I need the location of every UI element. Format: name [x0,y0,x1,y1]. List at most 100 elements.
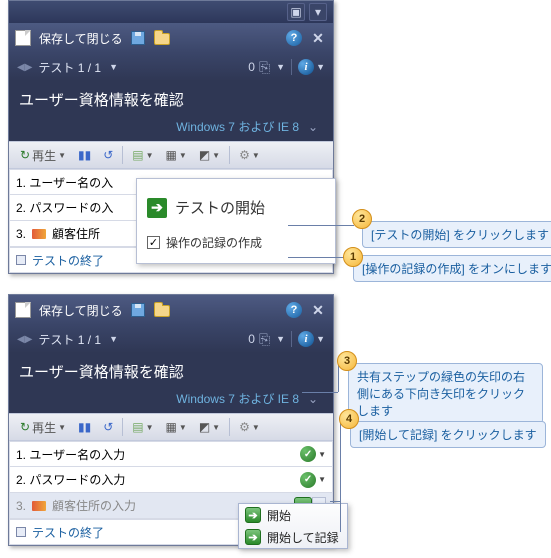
leader-line [288,257,345,258]
help-button[interactable]: ? [285,301,303,319]
save-button[interactable] [129,301,147,319]
prev-test-icon[interactable]: ◀▶ [17,62,32,73]
capture-button[interactable]: ◩▼ [194,145,225,165]
open-button[interactable] [153,301,171,319]
callout-badge-1: 1 [343,247,363,267]
end-icon [16,255,26,265]
attach-dd-icon[interactable]: ▼ [276,62,285,72]
settings-button[interactable]: ⚙▼ [234,145,265,165]
info-dd-icon[interactable]: ▼ [316,62,325,72]
test-position-label: テスト 1 / 1 [38,331,101,348]
status-pass-icon[interactable]: ✓ [300,446,316,462]
document-icon [15,30,31,46]
replay-button[interactable]: ↻再生▼ [15,417,71,437]
action-button[interactable]: ▦▼ [161,145,192,165]
environment-row: Windows 7 および IE 8 ⌄ [9,114,333,141]
callout-badge-3: 3 [337,351,357,371]
checkbox-checked-icon: ✓ [147,236,160,249]
callout-1: [操作の記録の作成] をオンにします [353,255,551,282]
save-close-label: 保存して閉じる [39,30,123,47]
shared-step-icon [32,501,46,511]
chevron-down-icon[interactable]: ▾ [309,3,327,21]
reset-button[interactable]: ↺ [98,145,118,165]
info-icon[interactable]: i [298,59,314,75]
save-close-label: 保存して閉じる [39,302,123,319]
save-and-close-button[interactable]: 保存して閉じる [15,302,123,319]
leader-line [302,392,338,393]
info-dd-icon[interactable]: ▼ [316,334,325,344]
environment-row: Windows 7 および IE 8 ⌄ [9,386,333,413]
test-title: ユーザー資格情報を確認 [9,353,333,386]
environment-label[interactable]: Windows 7 および IE 8 [176,390,299,407]
save-button[interactable] [129,29,147,47]
paperclip-icon[interactable]: ⎘ [259,331,270,348]
menu-start-record[interactable]: ➔開始して記録 [239,526,347,548]
step-row[interactable]: 2. パスワードの入力 ✓▼ [9,467,333,493]
test-dropdown-icon[interactable]: ▼ [109,334,118,344]
start-arrow-icon: ➔ [147,198,167,218]
leader-line [330,501,340,502]
close-button[interactable]: ✕ [309,301,327,319]
callout-badge-2: 2 [352,209,372,229]
start-icon: ➔ [245,507,261,523]
disk-icon [131,31,145,45]
open-button[interactable] [153,29,171,47]
main-toolbar: 保存して閉じる ? ✕ [9,23,333,53]
callout-4: [開始して記録] をクリックします [350,421,546,448]
reset-button[interactable]: ↺ [98,417,118,437]
attachment-count: 0 [248,60,255,74]
env-chevron-down-icon[interactable]: ⌄ [303,119,323,135]
attach-dd-icon[interactable]: ▼ [276,334,285,344]
environment-label[interactable]: Windows 7 および IE 8 [176,118,299,135]
create-recording-checkbox[interactable]: ✓ 操作の記録の作成 [147,234,325,251]
close-icon: ✕ [312,302,324,319]
shared-step-icon [32,229,46,239]
replay-button[interactable]: ↻再生▼ [15,145,71,165]
steps-button[interactable]: ▤▼ [127,145,158,165]
test-nav: ◀▶ テスト 1 / 1 ▼ 0 ⎘ ▼ i ▼ [9,53,333,81]
action-button[interactable]: ▦▼ [161,417,192,437]
start-dropdown-menu: ➔開始 ➔開始して記録 [238,503,348,549]
info-icon[interactable]: i [298,331,314,347]
paperclip-icon[interactable]: ⎘ [259,59,270,76]
callout-3: 共有ステップの緑色の矢印の右側にある下向き矢印をクリックします [348,363,543,424]
prev-test-icon[interactable]: ◀▶ [17,334,32,345]
menu-start[interactable]: ➔開始 [239,504,347,526]
play-icon: ↻ [20,420,30,434]
capture-button[interactable]: ◩▼ [194,417,225,437]
pause-button[interactable]: ▮▮ [73,417,96,437]
status-pass-icon[interactable]: ✓ [300,472,316,488]
help-icon: ? [286,302,302,318]
close-button[interactable]: ✕ [309,29,327,47]
disk-icon [131,303,145,317]
end-icon [16,527,26,537]
close-icon: ✕ [312,30,324,47]
start-record-icon: ➔ [245,529,261,545]
step-row[interactable]: 1. ユーザー名の入力 ✓▼ [9,441,333,467]
test-title: ユーザー資格情報を確認 [9,81,333,114]
attachment-count: 0 [248,332,255,346]
folder-icon [154,305,170,317]
document-icon [15,302,31,318]
folder-icon [154,33,170,45]
callout-badge-4: 4 [339,409,359,429]
test-nav: ◀▶ テスト 1 / 1 ▼ 0 ⎘ ▼ i ▼ [9,325,333,353]
replay-toolbar: ↻再生▼ ▮▮ ↺ ▤▼ ▦▼ ◩▼ ⚙▼ [9,141,333,169]
test-dropdown-icon[interactable]: ▼ [109,62,118,72]
replay-toolbar: ↻再生▼ ▮▮ ↺ ▤▼ ▦▼ ◩▼ ⚙▼ [9,413,333,441]
steps-button[interactable]: ▤▼ [127,417,158,437]
leader-line [288,225,354,226]
help-button[interactable]: ? [285,29,303,47]
pause-button[interactable]: ▮▮ [73,145,96,165]
play-icon: ↻ [20,148,30,162]
callout-2: [テストの開始] をクリックします [362,221,551,248]
test-position-label: テスト 1 / 1 [38,59,101,76]
leader-line [340,420,341,532]
start-test-button[interactable]: ➔ テストの開始 [147,197,325,218]
save-and-close-button[interactable]: 保存して閉じる [15,30,123,47]
titlebar: ▣ ▾ [9,1,333,23]
help-icon: ? [286,30,302,46]
start-test-popup: ➔ テストの開始 ✓ 操作の記録の作成 [136,178,336,264]
settings-button[interactable]: ⚙▼ [234,417,265,437]
layout-toggle-icon[interactable]: ▣ [287,3,305,21]
